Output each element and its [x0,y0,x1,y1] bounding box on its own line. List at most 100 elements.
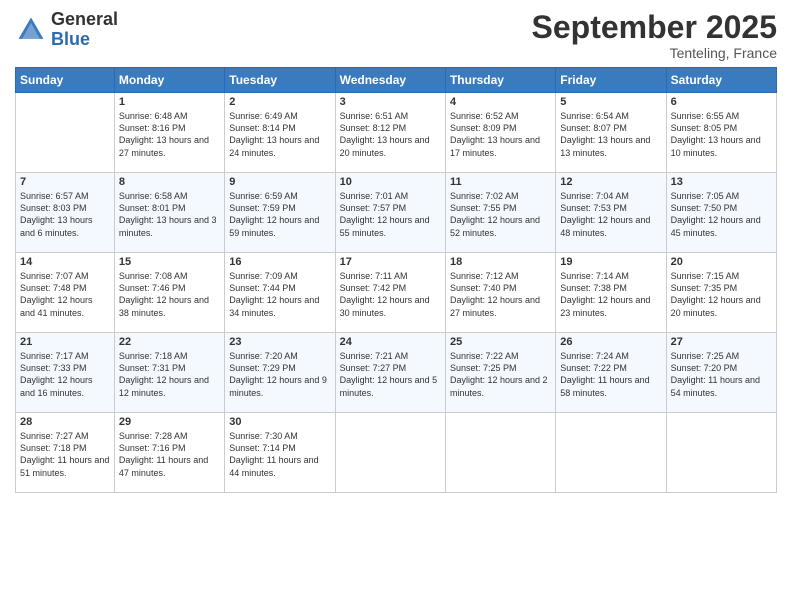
day-number: 27 [671,336,772,348]
col-tuesday: Tuesday [225,68,335,93]
calendar-cell: 17 Sunrise: 7:11 AMSunset: 7:42 PMDayligh… [335,253,445,333]
day-number: 21 [20,336,110,348]
calendar-cell [335,413,445,493]
col-friday: Friday [556,68,666,93]
day-number: 10 [340,176,441,188]
cell-info: Sunrise: 7:01 AMSunset: 7:57 PMDaylight:… [340,190,441,239]
cell-info: Sunrise: 6:55 AMSunset: 8:05 PMDaylight:… [671,110,772,159]
calendar-cell: 7Sunrise: 6:57 AMSunset: 8:03 PMDaylight… [16,173,115,253]
day-number: 22 [119,336,220,348]
day-number: 7 [20,176,110,188]
calendar-cell: 2Sunrise: 6:49 AMSunset: 8:14 PMDaylight… [225,93,335,173]
day-number: 29 [119,416,220,428]
calendar-cell [666,413,776,493]
day-number: 8 [119,176,220,188]
cell-info: Sunrise: 6:49 AMSunset: 8:14 PMDaylight:… [229,110,330,159]
calendar-cell: 3 Sunrise: 6:51 AMSunset: 8:12 PMDaylight… [335,93,445,173]
calendar-cell: 12 Sunrise: 7:04 AMSunset: 7:53 PMDayligh… [556,173,666,253]
cell-info: Sunrise: 7:25 AMSunset: 7:20 PMDaylight:… [671,350,772,399]
logo-icon [15,14,47,46]
cell-info: Sunrise: 7:04 AMSunset: 7:53 PMDaylight:… [560,190,661,239]
col-saturday: Saturday [666,68,776,93]
calendar-cell: 10 Sunrise: 7:01 AMSunset: 7:57 PMDayligh… [335,173,445,253]
month-title: September 2025 [532,10,777,45]
day-number: 1 [119,96,220,108]
calendar-cell: 23 Sunrise: 7:20 AMSunset: 7:29 PMDayligh… [225,333,335,413]
cell-info: Sunrise: 7:18 AMSunset: 7:31 PMDaylight:… [119,350,220,399]
day-number: 17 [340,256,441,268]
day-number: 20 [671,256,772,268]
cell-info: Sunrise: 7:05 AMSunset: 7:50 PMDaylight:… [671,190,772,239]
logo-blue: Blue [51,30,118,50]
calendar-week-0: 1 Sunrise: 6:48 AMSunset: 8:16 PMDaylight… [16,93,777,173]
calendar-cell: 6 Sunrise: 6:55 AMSunset: 8:05 PMDaylight… [666,93,776,173]
calendar-cell: 16Sunrise: 7:09 AMSunset: 7:44 PMDayligh… [225,253,335,333]
page: General Blue September 2025 Tenteling, F… [0,0,792,612]
cell-info: Sunrise: 6:52 AMSunset: 8:09 PMDaylight:… [450,110,551,159]
calendar-table: Sunday Monday Tuesday Wednesday Thursday… [15,67,777,493]
cell-info: Sunrise: 7:22 AMSunset: 7:25 PMDaylight:… [450,350,551,399]
calendar-cell: 22 Sunrise: 7:18 AMSunset: 7:31 PMDayligh… [114,333,224,413]
cell-info: Sunrise: 6:51 AMSunset: 8:12 PMDaylight:… [340,110,441,159]
cell-info: Sunrise: 7:24 AMSunset: 7:22 PMDaylight:… [560,350,661,399]
day-number: 5 [560,96,661,108]
cell-info: Sunrise: 6:48 AMSunset: 8:16 PMDaylight:… [119,110,220,159]
calendar-cell: 4Sunrise: 6:52 AMSunset: 8:09 PMDaylight… [445,93,555,173]
title-block: September 2025 Tenteling, France [532,10,777,61]
day-number: 12 [560,176,661,188]
day-number: 26 [560,336,661,348]
cell-info: Sunrise: 7:21 AMSunset: 7:27 PMDaylight:… [340,350,441,399]
cell-info: Sunrise: 7:07 AMSunset: 7:48 PMDaylight:… [20,270,110,319]
day-number: 23 [229,336,330,348]
calendar-cell: 30Sunrise: 7:30 AMSunset: 7:14 PMDayligh… [225,413,335,493]
calendar-cell: 5Sunrise: 6:54 AMSunset: 8:07 PMDaylight… [556,93,666,173]
calendar-cell: 11 Sunrise: 7:02 AMSunset: 7:55 PMDayligh… [445,173,555,253]
day-number: 28 [20,416,110,428]
calendar-cell: 21Sunrise: 7:17 AMSunset: 7:33 PMDayligh… [16,333,115,413]
calendar-cell: 13 Sunrise: 7:05 AMSunset: 7:50 PMDayligh… [666,173,776,253]
day-number: 18 [450,256,551,268]
cell-info: Sunrise: 6:58 AMSunset: 8:01 PMDaylight:… [119,190,220,239]
logo-text: General Blue [51,10,118,50]
cell-info: Sunrise: 7:27 AMSunset: 7:18 PMDaylight:… [20,430,110,479]
logo-general: General [51,10,118,30]
calendar-cell: 8 Sunrise: 6:58 AMSunset: 8:01 PMDaylight… [114,173,224,253]
calendar-cell: 1 Sunrise: 6:48 AMSunset: 8:16 PMDaylight… [114,93,224,173]
cell-info: Sunrise: 7:11 AMSunset: 7:42 PMDaylight:… [340,270,441,319]
calendar-cell: 18 Sunrise: 7:12 AMSunset: 7:40 PMDayligh… [445,253,555,333]
calendar-week-4: 28 Sunrise: 7:27 AMSunset: 7:18 PMDayligh… [16,413,777,493]
day-number: 13 [671,176,772,188]
cell-info: Sunrise: 7:08 AMSunset: 7:46 PMDaylight:… [119,270,220,319]
day-number: 25 [450,336,551,348]
cell-info: Sunrise: 7:12 AMSunset: 7:40 PMDaylight:… [450,270,551,319]
calendar-cell: 25 Sunrise: 7:22 AMSunset: 7:25 PMDayligh… [445,333,555,413]
day-number: 3 [340,96,441,108]
col-thursday: Thursday [445,68,555,93]
cell-info: Sunrise: 7:28 AMSunset: 7:16 PMDaylight:… [119,430,220,479]
logo: General Blue [15,10,118,50]
col-monday: Monday [114,68,224,93]
cell-info: Sunrise: 7:20 AMSunset: 7:29 PMDaylight:… [229,350,330,399]
day-number: 11 [450,176,551,188]
cell-info: Sunrise: 7:14 AMSunset: 7:38 PMDaylight:… [560,270,661,319]
calendar-cell: 28 Sunrise: 7:27 AMSunset: 7:18 PMDayligh… [16,413,115,493]
calendar-cell: 26 Sunrise: 7:24 AMSunset: 7:22 PMDayligh… [556,333,666,413]
calendar-cell: 29 Sunrise: 7:28 AMSunset: 7:16 PMDayligh… [114,413,224,493]
day-number: 9 [229,176,330,188]
calendar-week-2: 14Sunrise: 7:07 AMSunset: 7:48 PMDayligh… [16,253,777,333]
calendar-cell [556,413,666,493]
calendar-cell: 15 Sunrise: 7:08 AMSunset: 7:46 PMDayligh… [114,253,224,333]
cell-info: Sunrise: 7:15 AMSunset: 7:35 PMDaylight:… [671,270,772,319]
day-number: 24 [340,336,441,348]
calendar-week-1: 7Sunrise: 6:57 AMSunset: 8:03 PMDaylight… [16,173,777,253]
col-sunday: Sunday [16,68,115,93]
cell-info: Sunrise: 6:59 AMSunset: 7:59 PMDaylight:… [229,190,330,239]
calendar-cell: 24 Sunrise: 7:21 AMSunset: 7:27 PMDayligh… [335,333,445,413]
cell-info: Sunrise: 7:02 AMSunset: 7:55 PMDaylight:… [450,190,551,239]
calendar-week-3: 21Sunrise: 7:17 AMSunset: 7:33 PMDayligh… [16,333,777,413]
location: Tenteling, France [532,45,777,61]
header-row: Sunday Monday Tuesday Wednesday Thursday… [16,68,777,93]
calendar-cell: 27 Sunrise: 7:25 AMSunset: 7:20 PMDayligh… [666,333,776,413]
day-number: 15 [119,256,220,268]
day-number: 6 [671,96,772,108]
